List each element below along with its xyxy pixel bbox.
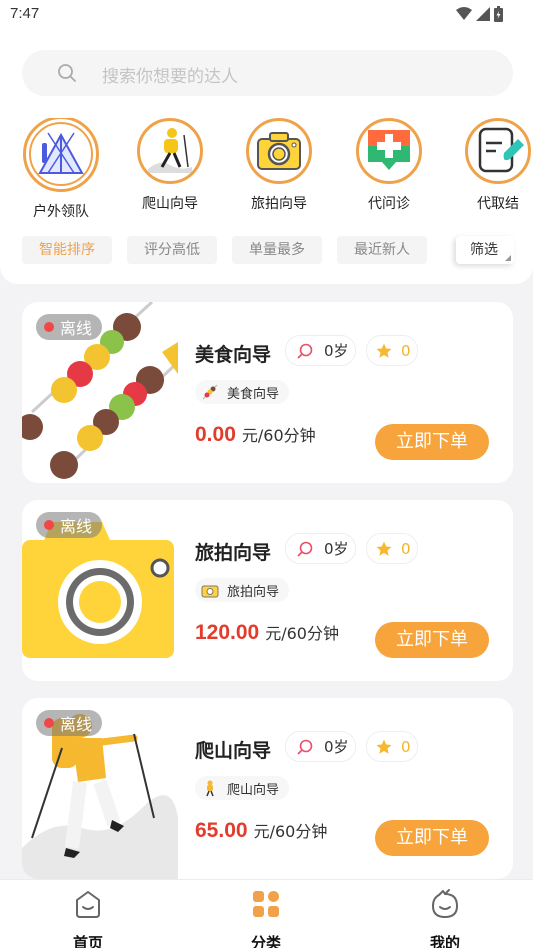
gender-icon	[297, 541, 313, 557]
star-icon	[376, 541, 392, 556]
offline-dot-icon	[44, 718, 54, 728]
nav-home[interactable]: 首页	[48, 888, 128, 948]
medical-icon	[356, 118, 422, 184]
top-panel: 搜索你想要的达人 户外领队 爬山向导 旅拍向导 代问诊 代取结 智能排序 评分高…	[0, 30, 533, 284]
tent-icon	[23, 118, 99, 192]
search-bar[interactable]: 搜索你想要的达人	[22, 50, 513, 96]
offline-dot-icon	[44, 520, 54, 530]
price: 0.00 元/60分钟	[195, 422, 316, 447]
profile-icon	[432, 889, 458, 918]
category-row: 户外领队 爬山向导 旅拍向导 代问诊 代取结	[0, 118, 533, 218]
tag-pill: 爬山向导	[195, 776, 290, 800]
hiker-icon	[137, 118, 203, 184]
hiker-icon	[206, 780, 214, 797]
rating-pill: 0	[366, 533, 418, 564]
category-label: 爬山向导	[142, 196, 198, 212]
category-proxy-consult[interactable]: 代问诊	[344, 118, 434, 213]
category-report-pickup[interactable]: 代取结	[453, 118, 533, 213]
order-button[interactable]: 立即下单	[375, 424, 489, 460]
guide-card[interactable]: 离线 爬山向导 0岁 0 爬山向导 65.00 元/60分钟 立即下单	[22, 698, 513, 879]
status-badge: 离线	[36, 512, 103, 538]
filter-button[interactable]: 筛选	[456, 236, 514, 264]
rating-text: 0	[401, 341, 411, 360]
rating-text: 0	[401, 539, 411, 558]
star-icon	[376, 343, 392, 358]
nav-label: 分类	[250, 934, 281, 948]
camera-icon	[246, 118, 312, 184]
sort-rating[interactable]: 评分高低	[127, 236, 217, 264]
wifi-icon	[456, 7, 472, 20]
status-badge: 离线	[36, 710, 103, 736]
status-text: 离线	[60, 715, 93, 734]
tag-text: 旅拍向导	[227, 584, 280, 600]
filter-label: 筛选	[470, 242, 498, 258]
search-input[interactable]: 搜索你想要的达人	[102, 62, 238, 87]
price-unit: 元/60分钟	[241, 426, 316, 445]
bottom-nav: 首页 分类 我的	[0, 879, 533, 948]
category-label: 代取结	[477, 196, 519, 212]
card-title: 旅拍向导	[195, 542, 272, 564]
card-title: 美食向导	[195, 344, 272, 366]
gender-icon	[297, 343, 313, 359]
age-pill: 0岁	[285, 731, 356, 762]
price-value: 65.00	[195, 819, 248, 842]
status-time: 7:47	[10, 5, 40, 22]
age-pill: 0岁	[285, 335, 356, 366]
rating-pill: 0	[366, 335, 418, 366]
age-text: 0岁	[324, 540, 349, 558]
status-badge: 离线	[36, 314, 103, 340]
offline-dot-icon	[44, 322, 54, 332]
price: 65.00 元/60分钟	[195, 818, 327, 843]
category-label: 代问诊	[368, 196, 410, 212]
battery-icon	[494, 6, 503, 22]
report-icon	[465, 118, 531, 184]
age-text: 0岁	[324, 738, 349, 756]
price: 120.00 元/60分钟	[195, 620, 339, 645]
tag-text: 美食向导	[227, 386, 280, 402]
rating-pill: 0	[366, 731, 418, 762]
skewer-icon	[202, 384, 218, 400]
category-label: 户外领队	[33, 204, 89, 218]
search-icon	[58, 64, 76, 82]
tag-pill: 旅拍向导	[195, 578, 290, 602]
price-value: 120.00	[195, 621, 260, 644]
status-text: 离线	[60, 517, 93, 536]
nav-label: 首页	[72, 934, 103, 948]
category-outdoor-leader[interactable]: 户外领队	[16, 118, 106, 218]
filter-corner-icon	[505, 255, 511, 261]
signal-icon	[476, 7, 490, 21]
nav-label: 我的	[429, 934, 460, 948]
card-title: 爬山向导	[195, 740, 272, 762]
sort-bar: 智能排序 评分高低 单量最多 最近新人 筛选	[0, 236, 533, 266]
status-text: 离线	[60, 319, 93, 338]
order-button[interactable]: 立即下单	[375, 622, 489, 658]
status-bar: 7:47	[0, 0, 533, 30]
guide-card[interactable]: 离线 美食向导 0岁 0 美食向导 0.00 元/60分钟 立即下单	[22, 302, 513, 483]
nav-category[interactable]: 分类	[226, 888, 306, 948]
sort-newest[interactable]: 最近新人	[337, 236, 427, 264]
price-value: 0.00	[195, 423, 236, 446]
status-icons	[456, 6, 503, 22]
home-icon	[76, 891, 100, 918]
camera-icon	[201, 585, 219, 598]
tag-pill: 美食向导	[195, 380, 290, 404]
rating-text: 0	[401, 737, 411, 756]
category-label: 旅拍向导	[251, 196, 307, 212]
tag-text: 爬山向导	[227, 782, 280, 798]
sort-orders[interactable]: 单量最多	[232, 236, 322, 264]
nav-profile[interactable]: 我的	[405, 888, 485, 948]
gender-icon	[297, 739, 313, 755]
price-unit: 元/60分钟	[265, 624, 339, 643]
category-photo-guide[interactable]: 旅拍向导	[234, 118, 324, 213]
price-unit: 元/60分钟	[253, 822, 328, 841]
order-button[interactable]: 立即下单	[375, 820, 489, 856]
guide-card[interactable]: 离线 旅拍向导 0岁 0 旅拍向导 120.00 元/60分钟 立即下单	[22, 500, 513, 681]
sort-smart[interactable]: 智能排序	[22, 236, 112, 264]
star-icon	[376, 739, 392, 754]
category-icon	[253, 891, 279, 917]
age-pill: 0岁	[285, 533, 356, 564]
age-text: 0岁	[324, 342, 349, 360]
category-hiking-guide[interactable]: 爬山向导	[125, 118, 215, 213]
